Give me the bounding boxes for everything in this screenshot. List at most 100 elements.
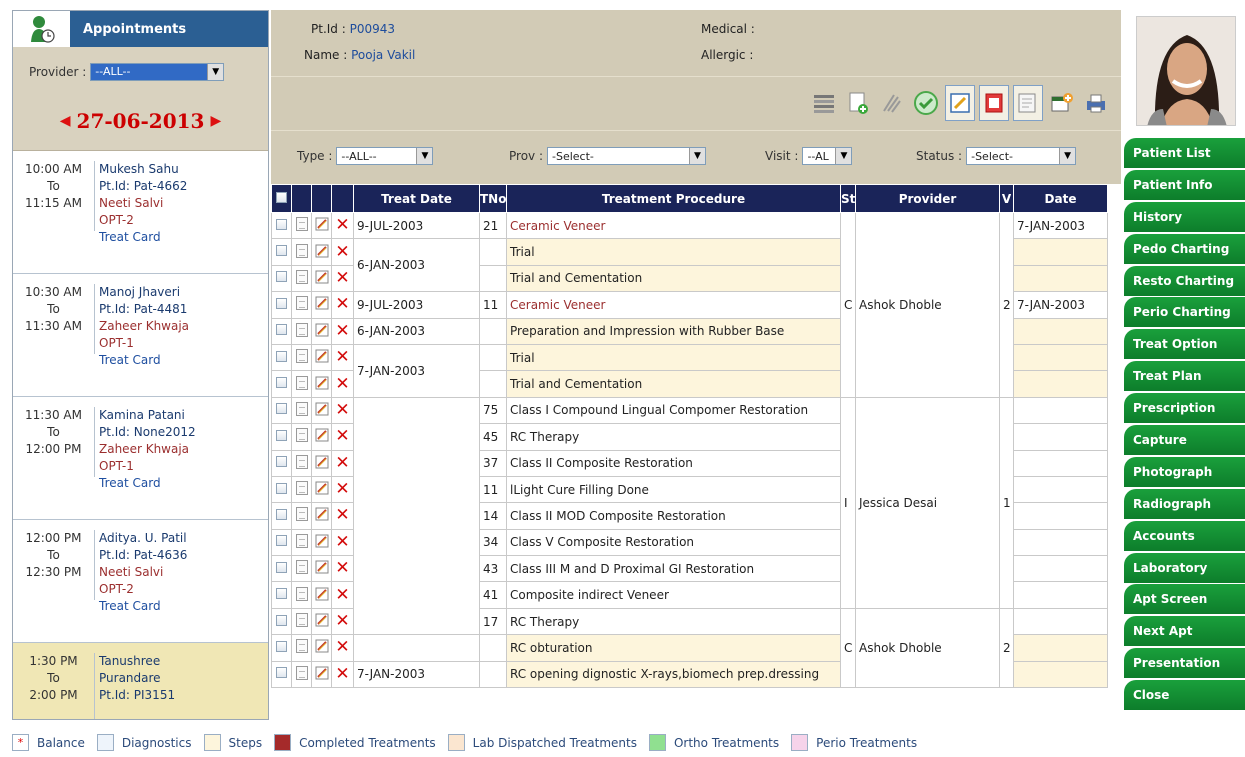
nav-patient-list[interactable]: Patient List xyxy=(1124,138,1245,168)
row-document-cell[interactable] xyxy=(291,528,312,557)
row-document-cell[interactable] xyxy=(291,423,312,451)
row-select-cell[interactable] xyxy=(271,423,292,451)
row-edit-cell[interactable] xyxy=(311,528,332,557)
document-icon[interactable] xyxy=(295,560,308,575)
row-checkbox[interactable] xyxy=(276,482,287,494)
row-edit-cell[interactable] xyxy=(311,555,332,583)
procedure-cell[interactable]: RC Therapy xyxy=(506,423,841,451)
row-document-cell[interactable] xyxy=(291,291,312,319)
row-document-cell[interactable] xyxy=(291,502,312,530)
row-edit-cell[interactable] xyxy=(311,581,332,609)
patient-name[interactable]: Manoj Jhaveri xyxy=(99,284,189,301)
col-status[interactable]: St xyxy=(840,184,856,213)
delete-x-icon[interactable]: ✕ xyxy=(335,532,349,552)
appointment-item[interactable]: 11:30 AM To 12:00 PM Kamina Patani Pt.Id… xyxy=(13,397,268,520)
document-icon[interactable] xyxy=(295,454,308,469)
print-icon[interactable] xyxy=(1081,85,1111,121)
col-visit[interactable]: V xyxy=(999,184,1014,213)
nav-treat-option[interactable]: Treat Option xyxy=(1124,329,1245,360)
row-edit-cell[interactable] xyxy=(311,343,332,372)
row-delete-cell[interactable]: ✕ xyxy=(331,317,354,345)
row-edit-cell[interactable] xyxy=(311,264,332,293)
row-select-cell[interactable] xyxy=(271,581,292,609)
previous-day-icon[interactable]: ◀ xyxy=(60,113,71,129)
nav-presentation[interactable]: Presentation xyxy=(1124,648,1245,679)
procedure-cell[interactable]: Trial and Cementation xyxy=(506,264,841,293)
edit-pencil-icon[interactable] xyxy=(315,666,329,680)
row-document-cell[interactable] xyxy=(291,660,312,689)
prov-select[interactable]: -Select- ▼ xyxy=(547,147,706,165)
delete-x-icon[interactable]: ✕ xyxy=(335,505,349,525)
row-delete-cell[interactable]: ✕ xyxy=(331,449,354,477)
visit-select[interactable]: --AL ▼ xyxy=(802,147,853,165)
col-tno[interactable]: TNo xyxy=(479,184,507,213)
document-icon[interactable] xyxy=(295,322,308,337)
row-checkbox[interactable] xyxy=(276,667,287,679)
row-select-cell[interactable] xyxy=(271,607,292,636)
row-document-cell[interactable] xyxy=(291,449,312,477)
row-delete-cell[interactable]: ✕ xyxy=(331,502,354,530)
edit-pencil-icon[interactable] xyxy=(315,428,329,442)
procedure-cell[interactable]: Class II Composite Restoration xyxy=(506,449,841,477)
row-edit-cell[interactable] xyxy=(311,370,332,398)
document-icon[interactable] xyxy=(295,243,308,258)
nav-patient-info[interactable]: Patient Info xyxy=(1124,169,1245,200)
edit-pencil-icon[interactable] xyxy=(315,270,329,284)
row-edit-cell[interactable] xyxy=(311,660,332,689)
nav-history[interactable]: History xyxy=(1124,201,1245,232)
delete-x-icon[interactable]: ✕ xyxy=(335,479,349,499)
row-edit-cell[interactable] xyxy=(311,423,332,451)
report-pdf-icon[interactable] xyxy=(979,85,1009,121)
procedure-cell[interactable]: Trial xyxy=(506,343,841,372)
delete-x-icon[interactable]: ✕ xyxy=(335,374,349,394)
row-document-cell[interactable] xyxy=(291,343,312,372)
edit-pencil-icon[interactable] xyxy=(315,481,329,495)
edit-pencil-icon[interactable] xyxy=(315,323,329,337)
edit-pencil-icon[interactable] xyxy=(315,639,329,653)
row-delete-cell[interactable]: ✕ xyxy=(331,211,354,240)
row-select-cell[interactable] xyxy=(271,502,292,530)
table-row[interactable]: ✕ 75 Class I Compound Lingual Compomer Res… xyxy=(271,396,1108,636)
appointment-item[interactable]: 12:00 PM To 12:30 PM Aditya. U. Patil Pt… xyxy=(13,520,268,643)
document-icon[interactable] xyxy=(295,401,308,416)
delete-x-icon[interactable]: ✕ xyxy=(335,268,349,288)
row-edit-cell[interactable] xyxy=(311,317,332,345)
row-select-cell[interactable] xyxy=(271,396,292,425)
row-select-cell[interactable] xyxy=(271,528,292,557)
procedure-cell[interactable]: Class V Composite Restoration xyxy=(506,528,841,557)
edit-pencil-icon[interactable] xyxy=(315,349,329,363)
edit-note-icon[interactable] xyxy=(945,85,975,121)
edit-pencil-icon[interactable] xyxy=(315,560,329,574)
row-select-cell[interactable] xyxy=(271,634,292,662)
patient-name[interactable]: Kamina Patani xyxy=(99,407,196,424)
row-delete-cell[interactable]: ✕ xyxy=(331,238,354,266)
tooth-tools-icon[interactable] xyxy=(877,85,907,121)
row-edit-cell[interactable] xyxy=(311,211,332,240)
edit-pencil-icon[interactable] xyxy=(315,507,329,521)
appointment-item[interactable]: 10:30 AM To 11:30 AM Manoj Jhaveri Pt.Id… xyxy=(13,274,268,397)
row-document-cell[interactable] xyxy=(291,581,312,609)
procedure-cell[interactable]: Preparation and Impression with Rubber B… xyxy=(506,317,841,345)
row-delete-cell[interactable]: ✕ xyxy=(331,370,354,398)
row-edit-cell[interactable] xyxy=(311,238,332,266)
notes-icon[interactable] xyxy=(1013,85,1043,121)
treat-card-link[interactable]: Treat Card xyxy=(99,475,196,492)
row-checkbox[interactable] xyxy=(276,588,287,600)
row-delete-cell[interactable]: ✕ xyxy=(331,555,354,583)
row-delete-cell[interactable]: ✕ xyxy=(331,475,354,504)
document-icon[interactable] xyxy=(295,507,308,522)
edit-pencil-icon[interactable] xyxy=(315,217,329,231)
col-procedure[interactable]: Treatment Procedure xyxy=(506,184,841,213)
row-document-cell[interactable] xyxy=(291,370,312,398)
delete-x-icon[interactable]: ✕ xyxy=(335,637,349,657)
procedure-cell[interactable]: Class III M and D Proximal GI Restoratio… xyxy=(506,555,841,583)
document-icon[interactable] xyxy=(295,481,308,496)
document-icon[interactable] xyxy=(295,269,308,284)
row-select-cell[interactable] xyxy=(271,211,292,240)
row-checkbox[interactable] xyxy=(276,640,287,652)
col-treat-date[interactable]: Treat Date xyxy=(353,184,480,213)
row-checkbox[interactable] xyxy=(276,297,287,309)
nav-pedo-charting[interactable]: Pedo Charting xyxy=(1124,233,1245,264)
type-select[interactable]: --ALL-- ▼ xyxy=(336,147,434,165)
barcode-icon[interactable] xyxy=(809,85,839,121)
